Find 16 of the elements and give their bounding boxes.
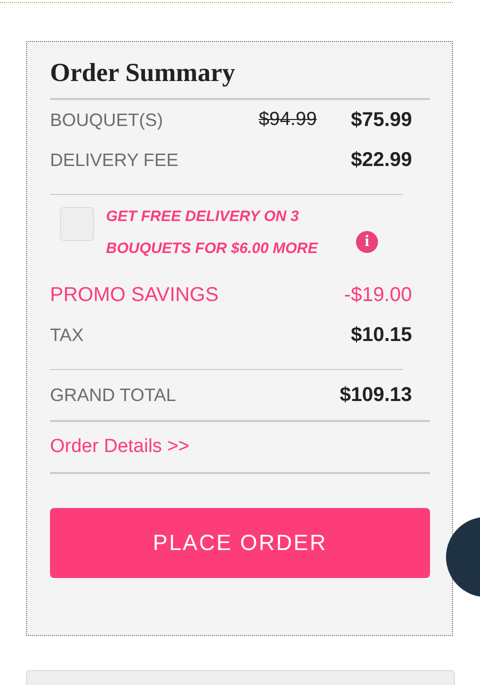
offer-text: GET FREE DELIVERY ON 3 BOUQUETS FOR $6.00 MORE [106, 207, 319, 259]
line-value: $22.99 [350, 148, 412, 172]
line-value: $75.99 [350, 108, 412, 132]
total-label: PROMO SAVINGS [50, 284, 220, 306]
total-label: GRAND TOTAL [50, 384, 178, 406]
total-value: $10.15 [350, 324, 412, 346]
place-order-button[interactable]: PLACE ORDER [50, 508, 430, 578]
order-details-link[interactable]: Order Details >> [50, 422, 429, 472]
total-value: -$19.00 [344, 284, 412, 306]
card-title: Order Summary [50, 58, 236, 89]
line-label: DELIVERY FEE [50, 150, 180, 170]
original-price: $94.99 [258, 109, 317, 131]
total-label: TAX [50, 324, 85, 346]
info-icon[interactable]: i [356, 231, 378, 253]
total-value: $109.13 [340, 384, 412, 406]
line-label: BOUQUET(S) [50, 110, 164, 130]
